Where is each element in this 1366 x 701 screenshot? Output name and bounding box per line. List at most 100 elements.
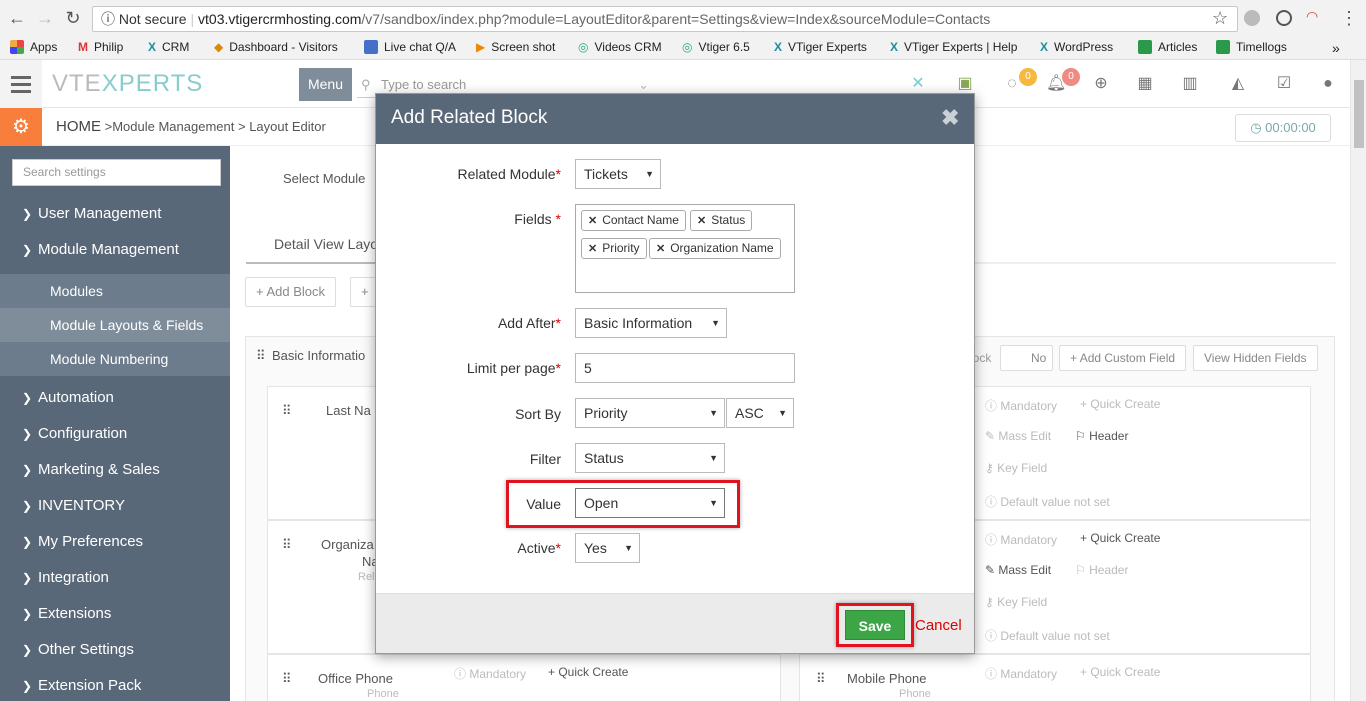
limit-per-page-input[interactable]: 5	[575, 353, 795, 383]
extension-icon[interactable]	[1276, 10, 1292, 26]
save-button[interactable]: Save	[845, 610, 905, 640]
sidebar-item-other-settings[interactable]: ❯ Other Settings	[0, 632, 230, 668]
mandatory-option[interactable]: ⓘ Mandatory	[985, 665, 1057, 682]
page-scrollbar[interactable]	[1350, 60, 1366, 701]
star-icon[interactable]: ☆	[1212, 8, 1228, 29]
sidebar-item-extension-pack[interactable]: ❯ Extension Pack	[0, 668, 230, 701]
forward-icon[interactable]: →	[34, 8, 56, 28]
breadcrumb-home[interactable]: HOME	[56, 118, 101, 135]
extension-icon[interactable]	[1244, 10, 1260, 26]
bookmark-item[interactable]: M Philip	[78, 40, 123, 54]
sidebar-item-user-management[interactable]: ❯ User Management	[0, 196, 230, 232]
sort-by-select[interactable]: Priority ▼	[575, 398, 725, 428]
sidebar-item-marketing-sales[interactable]: ❯ Marketing & Sales	[0, 452, 230, 488]
vtexperts-icon[interactable]: ✕	[908, 74, 928, 94]
bookmark-item[interactable]: X VTiger Experts	[774, 40, 867, 54]
sidebar-item-extensions[interactable]: ❯ Extensions	[0, 596, 230, 632]
sort-direction-select[interactable]: ASC ▼	[726, 398, 794, 428]
hamburger-menu-icon[interactable]	[0, 60, 42, 108]
drag-handle-icon[interactable]: ⠿	[282, 403, 292, 419]
bookmark-item[interactable]: X WordPress	[1040, 40, 1113, 54]
sidebar-item-configuration[interactable]: ❯ Configuration	[0, 416, 230, 452]
toggle-no[interactable]: No	[1000, 345, 1054, 371]
value-select[interactable]: Open ▼	[575, 488, 725, 518]
address-bar[interactable]: ⓘ Not secure | vt03.vtigercrmhosting.com…	[92, 6, 1238, 32]
user-icon[interactable]: ●	[1318, 74, 1338, 94]
reports-icon[interactable]: ▥	[1180, 74, 1200, 94]
key-field-option[interactable]: ⚷ Key Field	[985, 461, 1047, 475]
settings-search-input[interactable]: Search settings	[12, 159, 221, 186]
field-tag[interactable]: ✕ Status	[690, 210, 753, 231]
add-custom-field-button[interactable]: + Add Custom Field	[1059, 345, 1187, 371]
tasks-icon[interactable]: ☑	[1274, 74, 1294, 94]
calendar-icon[interactable]: ▦	[1135, 74, 1155, 94]
add-block-button[interactable]: + Add Block	[245, 277, 337, 307]
quick-create-option[interactable]: + Quick Create	[1080, 531, 1160, 545]
drag-handle-icon[interactable]: ⠿	[282, 537, 292, 553]
bookmark-apps[interactable]: Apps	[10, 40, 57, 54]
header-option[interactable]: ⚐ Header	[1075, 563, 1128, 577]
filter-select[interactable]: Status ▼	[575, 443, 725, 473]
breadcrumb-item[interactable]: Module Management	[112, 119, 234, 134]
add-after-select[interactable]: Basic Information ▼	[575, 308, 727, 338]
mass-edit-option[interactable]: ✎ Mass Edit	[985, 429, 1051, 443]
bookmark-item[interactable]: ▶ Screen shot	[476, 40, 555, 54]
bookmark-item[interactable]: Live chat Q/A	[364, 40, 456, 54]
sidebar-subitem-layouts-fields[interactable]: Module Layouts & Fields	[0, 308, 230, 342]
sidebar-item-my-preferences[interactable]: ❯ My Preferences	[0, 524, 230, 560]
view-hidden-fields-button[interactable]: View Hidden Fields	[1193, 345, 1318, 371]
default-value-option[interactable]: ⓘ Default value not set	[985, 627, 1110, 644]
mandatory-option[interactable]: ⓘ Mandatory	[985, 397, 1057, 414]
bookmark-item[interactable]: Timellogs	[1216, 40, 1287, 54]
sidebar-item-automation[interactable]: ❯ Automation	[0, 380, 230, 416]
drag-handle-icon[interactable]: ⠿	[816, 671, 826, 687]
gear-icon[interactable]: ⚙	[0, 108, 42, 146]
bookmark-item[interactable]: Articles	[1138, 40, 1197, 54]
timer-button[interactable]: ◷ 00:00:00	[1235, 114, 1331, 142]
bookmark-item[interactable]: X VTiger Experts | Help	[890, 40, 1017, 54]
fields-multiselect[interactable]: ✕ Contact Name ✕ Status ✕ Priority ✕ Organiz…	[575, 204, 795, 293]
active-select[interactable]: Yes ▼	[575, 533, 640, 563]
bookmark-item[interactable]: X CRM	[148, 40, 189, 54]
related-module-select[interactable]: Tickets ▼	[575, 159, 661, 189]
more-bookmarks-icon[interactable]: »	[1332, 40, 1340, 56]
quick-create-option[interactable]: + Quick Create	[1080, 397, 1160, 411]
remove-tag-icon[interactable]: ✕	[588, 215, 597, 227]
back-icon[interactable]: ←	[6, 8, 28, 28]
extension-icon[interactable]: ◠	[1306, 8, 1318, 25]
quick-create-option[interactable]: + Quick Create	[548, 665, 628, 679]
field-tag[interactable]: ✕ Contact Name	[581, 210, 686, 231]
menu-button[interactable]: Menu	[299, 68, 352, 101]
field-tag[interactable]: ✕ Organization Name	[649, 238, 781, 259]
close-icon[interactable]: ✖	[941, 105, 959, 131]
remove-tag-icon[interactable]: ✕	[697, 215, 706, 227]
sidebar-item-inventory[interactable]: ❯ INVENTORY	[0, 488, 230, 524]
tab-detail-view-layout[interactable]: Detail View Layo	[274, 236, 378, 252]
reload-icon[interactable]: ↻	[62, 8, 84, 28]
calendar-check-icon[interactable]: ▣	[955, 74, 975, 94]
quick-create-option[interactable]: + Quick Create	[1080, 665, 1160, 679]
key-field-option[interactable]: ⚷ Key Field	[985, 595, 1047, 609]
bookmark-item[interactable]: ◆ Dashboard - Visitors	[214, 40, 338, 54]
drag-handle-icon[interactable]: ⠿	[282, 671, 292, 687]
browser-menu-icon[interactable]: ⋮	[1340, 8, 1358, 29]
bookmark-item[interactable]: ◎ Vtiger 6.5	[682, 40, 750, 54]
add-icon[interactable]: ⊕	[1091, 74, 1111, 94]
mandatory-option[interactable]: ⓘ Mandatory	[985, 531, 1057, 548]
sidebar-item-integration[interactable]: ❯ Integration	[0, 560, 230, 596]
sidebar-subitem-numbering[interactable]: Module Numbering	[0, 342, 230, 376]
sidebar-item-module-management[interactable]: ❯ Module Management	[0, 232, 230, 268]
remove-tag-icon[interactable]: ✕	[588, 243, 597, 255]
bookmark-item[interactable]: ◎ Videos CRM	[578, 40, 662, 54]
cancel-link[interactable]: Cancel	[915, 617, 962, 634]
sidebar-subitem-modules[interactable]: Modules	[0, 274, 230, 308]
drag-handle-icon[interactable]: ⠿	[256, 348, 266, 364]
mandatory-option[interactable]: ⓘ Mandatory	[454, 665, 526, 682]
scrollbar-thumb[interactable]	[1354, 80, 1364, 148]
chart-icon[interactable]: ◭	[1228, 74, 1248, 94]
header-option[interactable]: ⚐ Header	[1075, 429, 1128, 443]
mass-edit-option[interactable]: ✎ Mass Edit	[985, 563, 1051, 577]
field-tag[interactable]: ✕ Priority	[581, 238, 647, 259]
remove-tag-icon[interactable]: ✕	[656, 243, 665, 255]
default-value-option[interactable]: ⓘ Default value not set	[985, 493, 1110, 510]
